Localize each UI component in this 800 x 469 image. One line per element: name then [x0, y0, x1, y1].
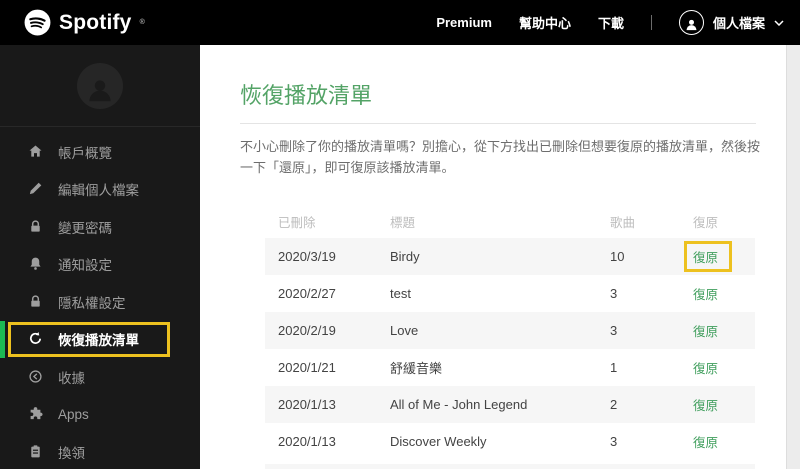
- profile-label: 個人檔案: [712, 16, 765, 31]
- cell-deleted-date: 2020/2/27: [278, 286, 336, 301]
- chevron-down-icon: [774, 19, 784, 26]
- deleted-playlists-table: 已刪除 標題 歌曲 復原 2020/3/19 Birdy 10 復原 2020/…: [265, 205, 755, 460]
- table-row: 2020/3/19 Birdy 10 復原: [265, 238, 755, 275]
- account-sidebar: 帳戶概覽 編輯個人檔案 變更密碼 通知設定 隱私權設定 恢復播放清單 收據 Ap…: [0, 45, 200, 469]
- restore-link[interactable]: 復原: [693, 432, 755, 451]
- top-navigation-bar: Spotify ® Premium 幫助中心 下載 個人檔案: [0, 0, 800, 45]
- sidebar-item-notification-settings[interactable]: 通知設定: [0, 246, 200, 284]
- sidebar-item-edit-profile[interactable]: 編輯個人檔案: [0, 171, 200, 209]
- sidebar-item-label: Apps: [58, 406, 89, 422]
- restore-link[interactable]: 復原: [693, 247, 755, 266]
- sidebar-item-label: 變更密碼: [58, 220, 112, 236]
- registered-mark: ®: [139, 18, 145, 26]
- lock-icon: [28, 294, 44, 310]
- cell-song-count: 10: [610, 249, 625, 264]
- cell-deleted-date: 2020/2/19: [278, 323, 336, 338]
- cell-deleted-date: 2020/3/19: [278, 249, 336, 264]
- table-row: 2020/1/13 All of Me - John Legend 2 復原: [265, 386, 755, 423]
- table-row: 2020/1/21 舒緩音樂 1 復原: [265, 349, 755, 386]
- nav-download[interactable]: 下載: [598, 13, 624, 32]
- cell-deleted-date: 2020/1/13: [278, 397, 336, 412]
- nav-help-center[interactable]: 幫助中心: [519, 13, 571, 32]
- playlist-table-body: 2020/3/19 Birdy 10 復原 2020/2/27 test 3 復…: [265, 238, 755, 460]
- restore-link[interactable]: 復原: [693, 284, 755, 303]
- cell-song-count: 2: [610, 397, 618, 412]
- page-description: 不小心刪除了你的播放清單嗎？別擔心，從下方找出已刪除但想要復原的播放清單，然後按…: [240, 139, 761, 175]
- puzzle-icon: [28, 406, 44, 422]
- sidebar-item-label: 帳戶概覽: [58, 145, 112, 161]
- page-title: 恢復播放清單: [240, 83, 373, 108]
- sidebar-item-label: 通知設定: [58, 258, 112, 274]
- restore-link[interactable]: 復原: [693, 395, 755, 414]
- nav-premium[interactable]: Premium: [436, 15, 492, 30]
- sidebar-item-change-password[interactable]: 變更密碼: [0, 208, 200, 246]
- sidebar-item-apps[interactable]: Apps: [0, 396, 200, 434]
- cell-song-count: 3: [610, 323, 618, 338]
- sidebar-item-account-overview[interactable]: 帳戶概覽: [0, 133, 200, 171]
- sidebar-menu: 帳戶概覽 編輯個人檔案 變更密碼 通知設定 隱私權設定 恢復播放清單 收據 Ap…: [0, 127, 200, 469]
- table-row: 2020/2/19 Love 3 復原: [265, 312, 755, 349]
- sidebar-item-label: 收據: [58, 370, 85, 386]
- sidebar-item-label: 換領: [58, 445, 85, 461]
- table-row-partial: [265, 464, 755, 469]
- sidebar-item-receipts[interactable]: 收據: [0, 358, 200, 396]
- home-icon: [28, 144, 44, 160]
- sidebar-avatar-section: [0, 45, 200, 127]
- table-header-row: 已刪除 標題 歌曲 復原: [265, 205, 755, 238]
- spotify-logo-icon: [24, 9, 51, 36]
- main-content: 恢復播放清單 不小心刪除了你的播放清單嗎？別擔心，從下方找出已刪除但想要復原的播…: [200, 45, 786, 469]
- profile-avatar-icon: [678, 10, 704, 35]
- restore-link[interactable]: 復原: [693, 358, 755, 377]
- cell-playlist-title: All of Me - John Legend: [390, 397, 528, 412]
- sidebar-item-redeem[interactable]: 換領: [0, 433, 200, 469]
- restore-link[interactable]: 復原: [693, 321, 755, 340]
- cell-playlist-title: 舒緩音樂: [390, 361, 443, 376]
- cell-deleted-date: 2020/1/21: [278, 360, 336, 375]
- spotify-logo[interactable]: Spotify ®: [24, 9, 145, 36]
- redeem-icon: [28, 444, 44, 460]
- header-songs: 歌曲: [610, 216, 636, 230]
- cell-playlist-title: Discover Weekly: [390, 434, 487, 449]
- pencil-icon: [28, 181, 44, 197]
- bell-icon: [28, 256, 44, 272]
- table-row: 2020/1/13 Discover Weekly 3 復原: [265, 423, 755, 460]
- sidebar-item-restore-playlists[interactable]: 恢復播放清單: [0, 320, 200, 358]
- header-title: 標題: [390, 216, 416, 230]
- user-avatar: [77, 62, 123, 109]
- restore-icon: [28, 331, 44, 347]
- sidebar-item-privacy-settings[interactable]: 隱私權設定: [0, 283, 200, 321]
- profile-menu[interactable]: 個人檔案: [678, 10, 784, 35]
- cell-song-count: 3: [610, 434, 618, 449]
- cell-playlist-title: Love: [390, 323, 419, 338]
- top-nav-links: Premium 幫助中心 下載 個人檔案: [436, 10, 784, 35]
- cell-playlist-title: test: [390, 286, 411, 301]
- cell-deleted-date: 2020/1/13: [278, 434, 336, 449]
- nav-separator: [650, 15, 652, 30]
- cell-playlist-title: Birdy: [390, 249, 420, 264]
- cell-song-count: 1: [610, 360, 618, 375]
- sidebar-item-label: 編輯個人檔案: [58, 183, 139, 199]
- receipt-icon: [28, 369, 44, 385]
- page-scrollbar[interactable]: [786, 45, 800, 469]
- table-row: 2020/2/27 test 3 復原: [265, 275, 755, 312]
- title-divider: [240, 123, 756, 124]
- header-restore: 復原: [693, 216, 719, 230]
- sidebar-item-label: 恢復播放清單: [58, 333, 139, 349]
- cell-song-count: 3: [610, 286, 618, 301]
- spotify-wordmark: Spotify: [59, 10, 132, 34]
- lock-icon: [28, 219, 44, 235]
- header-deleted: 已刪除: [278, 216, 316, 230]
- sidebar-item-label: 隱私權設定: [58, 295, 126, 311]
